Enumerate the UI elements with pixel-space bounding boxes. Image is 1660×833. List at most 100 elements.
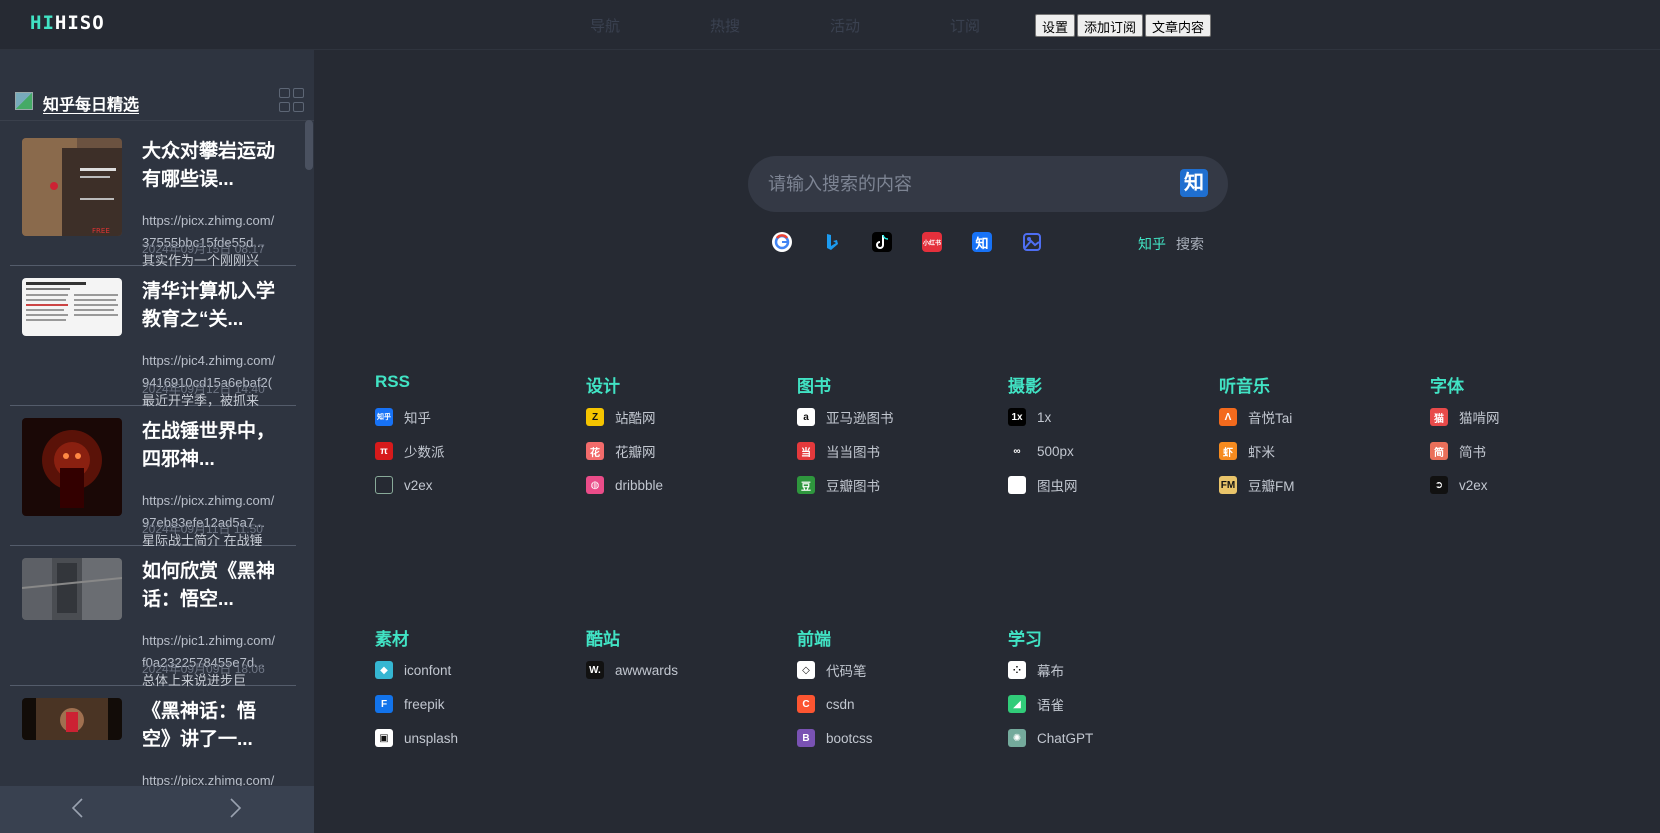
- link-label: 豆瓣图书: [826, 479, 880, 494]
- site-link[interactable]: ⁘ 幕布: [1008, 653, 1188, 687]
- site-link[interactable]: Z 站酷网: [586, 400, 766, 434]
- link-label: 当当图书: [826, 445, 880, 460]
- sidebar-pager: [0, 786, 314, 833]
- site-link[interactable]: Ccsdn: [797, 687, 977, 721]
- search-engines: 小红书 知: [772, 232, 1042, 252]
- site-link[interactable]: π 少数派: [375, 434, 555, 468]
- nav-item-resou[interactable]: 热搜: [710, 15, 830, 36]
- site-link[interactable]: 当当当图书: [797, 434, 977, 468]
- link-section: RSS 知乎 知乎 π 少数派 v2ex: [375, 372, 555, 502]
- section-title: 素材: [375, 630, 409, 649]
- list-item[interactable]: 清华计算机入学教育之“关... https://pic4.zhimg.com/ …: [10, 266, 296, 408]
- site-link[interactable]: ✺ ChatGPT: [1008, 721, 1188, 755]
- list-item[interactable]: FREE 大众对攀岩运动有哪些误... https://picx.zhimg.c…: [10, 126, 296, 268]
- v2ex-icon: ➲: [1430, 476, 1448, 494]
- site-link[interactable]: Ffreepik: [375, 687, 555, 721]
- site-link[interactable]: W. awwwards: [586, 653, 766, 687]
- list-item[interactable]: 如何欣赏《黑神话：悟空... https://pic1.zhimg.com/ f…: [10, 546, 296, 688]
- site-link[interactable]: 虾虾米: [1219, 434, 1399, 468]
- yuque-icon: ◢: [1008, 695, 1026, 713]
- 500px-icon: ∞: [1008, 442, 1026, 460]
- chevron-left-icon[interactable]: [67, 796, 91, 820]
- dangdang-icon: 当: [797, 442, 815, 460]
- search-engine-button[interactable]: 知: [1180, 169, 1208, 197]
- site-link[interactable]: v2ex: [375, 468, 555, 502]
- link-label: 知乎: [404, 411, 431, 426]
- link-label: 简书: [1459, 445, 1486, 460]
- grid-view-icon[interactable]: [279, 88, 305, 112]
- site-link[interactable]: 花花瓣网: [586, 434, 766, 468]
- article-title: 在战锤世界中，四邪神...: [142, 421, 276, 470]
- settings-button[interactable]: 设置: [1035, 14, 1076, 37]
- site-link[interactable]: 简简书: [1430, 434, 1610, 468]
- iconfont-icon: ◆: [375, 661, 393, 679]
- link-label: 站酷网: [615, 411, 656, 426]
- baidu-image-icon[interactable]: [1022, 232, 1042, 252]
- section-title: 听音乐: [1219, 377, 1270, 396]
- codepen-icon: ◇: [797, 661, 815, 679]
- search-box: 知: [748, 156, 1228, 212]
- search-text[interactable]: 搜索: [1176, 236, 1204, 252]
- site-link[interactable]: ◍ dribbble: [586, 468, 766, 502]
- site-link[interactable]: ➲ v2ex: [1430, 468, 1610, 502]
- list-item[interactable]: 在战锤世界中，四邪神... https://picx.zhimg.com/ 97…: [10, 406, 296, 548]
- maoken-icon: 猫: [1430, 408, 1448, 426]
- logo-text: HISO: [54, 12, 105, 34]
- list-item[interactable]: 《黑神话：悟空》讲了一... https://picx.zhimg.com/: [10, 686, 296, 786]
- link-label: 语雀: [1037, 698, 1064, 713]
- site-link[interactable]: Bbootcss: [797, 721, 977, 755]
- link-section: 摄影 1x 1x ∞ 500px 图虫网: [1008, 372, 1188, 502]
- site-link[interactable]: 图虫网: [1008, 468, 1188, 502]
- nav-item-huodong[interactable]: 活动: [830, 15, 950, 36]
- link-label: 幕布: [1037, 664, 1064, 679]
- sidebar-title[interactable]: 知乎每日精选: [43, 91, 139, 115]
- site-link[interactable]: 豆豆瓣图书: [797, 468, 977, 502]
- link-section: 图书 a 亚马逊图书当当当图书豆豆瓣图书: [797, 372, 977, 502]
- link-section: 设计 Z 站酷网花花瓣网 ◍ dribbble: [586, 372, 766, 502]
- 1x-icon: 1x: [1008, 408, 1026, 426]
- xiami-icon: 虾: [1219, 442, 1237, 460]
- site-link[interactable]: Λ 音悦Tai: [1219, 400, 1399, 434]
- link-label: iconfont: [404, 662, 452, 678]
- link-label: 代码笔: [826, 664, 867, 679]
- section-title: 图书: [797, 377, 831, 396]
- google-icon[interactable]: [772, 232, 792, 252]
- csdn-icon: C: [797, 695, 815, 713]
- xiaohongshu-icon[interactable]: 小红书: [922, 232, 942, 252]
- tiktok-icon[interactable]: [872, 232, 892, 252]
- search-input[interactable]: [768, 170, 1148, 198]
- add-subscription-button[interactable]: 添加订阅: [1077, 14, 1144, 37]
- selected-engine[interactable]: 知乎: [1138, 236, 1166, 252]
- bootstrap-icon: B: [797, 729, 815, 747]
- link-label: 1x: [1037, 409, 1052, 425]
- site-link[interactable]: ◇ 代码笔: [797, 653, 977, 687]
- section-title: 前端: [797, 630, 831, 649]
- sidebar-scrollbar[interactable]: [305, 120, 313, 170]
- site-link[interactable]: 猫猫啃网: [1430, 400, 1610, 434]
- logo[interactable]: HIHISO: [30, 12, 105, 34]
- site-link[interactable]: a 亚马逊图书: [797, 400, 977, 434]
- site-link[interactable]: ▣ unsplash: [375, 721, 555, 755]
- site-link[interactable]: 1x 1x: [1008, 400, 1188, 434]
- link-label: v2ex: [1459, 477, 1488, 493]
- article-content-button[interactable]: 文章内容: [1145, 14, 1212, 37]
- link-label: csdn: [826, 696, 855, 712]
- unsplash-icon: ▣: [375, 729, 393, 747]
- zhihu-icon: 知乎: [375, 408, 393, 426]
- article-thumbnail: [22, 278, 122, 336]
- link-section: 听音乐 Λ 音悦Tai 虾虾米 FM 豆瓣FM: [1219, 372, 1399, 502]
- site-link[interactable]: FM 豆瓣FM: [1219, 468, 1399, 502]
- nav-item-daohang[interactable]: 导航: [590, 15, 710, 36]
- bing-icon[interactable]: [822, 232, 842, 252]
- site-link[interactable]: 知乎 知乎: [375, 400, 555, 434]
- main-nav: 导航 热搜 活动 订阅: [590, 15, 1070, 36]
- chevron-right-icon[interactable]: [222, 796, 246, 820]
- site-link[interactable]: ◆ iconfont: [375, 653, 555, 687]
- zhihu-icon[interactable]: 知: [972, 232, 992, 252]
- site-link[interactable]: ∞ 500px: [1008, 434, 1188, 468]
- huaban-icon: 花: [586, 442, 604, 460]
- site-link[interactable]: ◢ 语雀: [1008, 687, 1188, 721]
- section-title: RSS: [375, 372, 410, 391]
- chatgpt-icon: ✺: [1008, 729, 1026, 747]
- link-label: 猫啃网: [1459, 411, 1500, 426]
